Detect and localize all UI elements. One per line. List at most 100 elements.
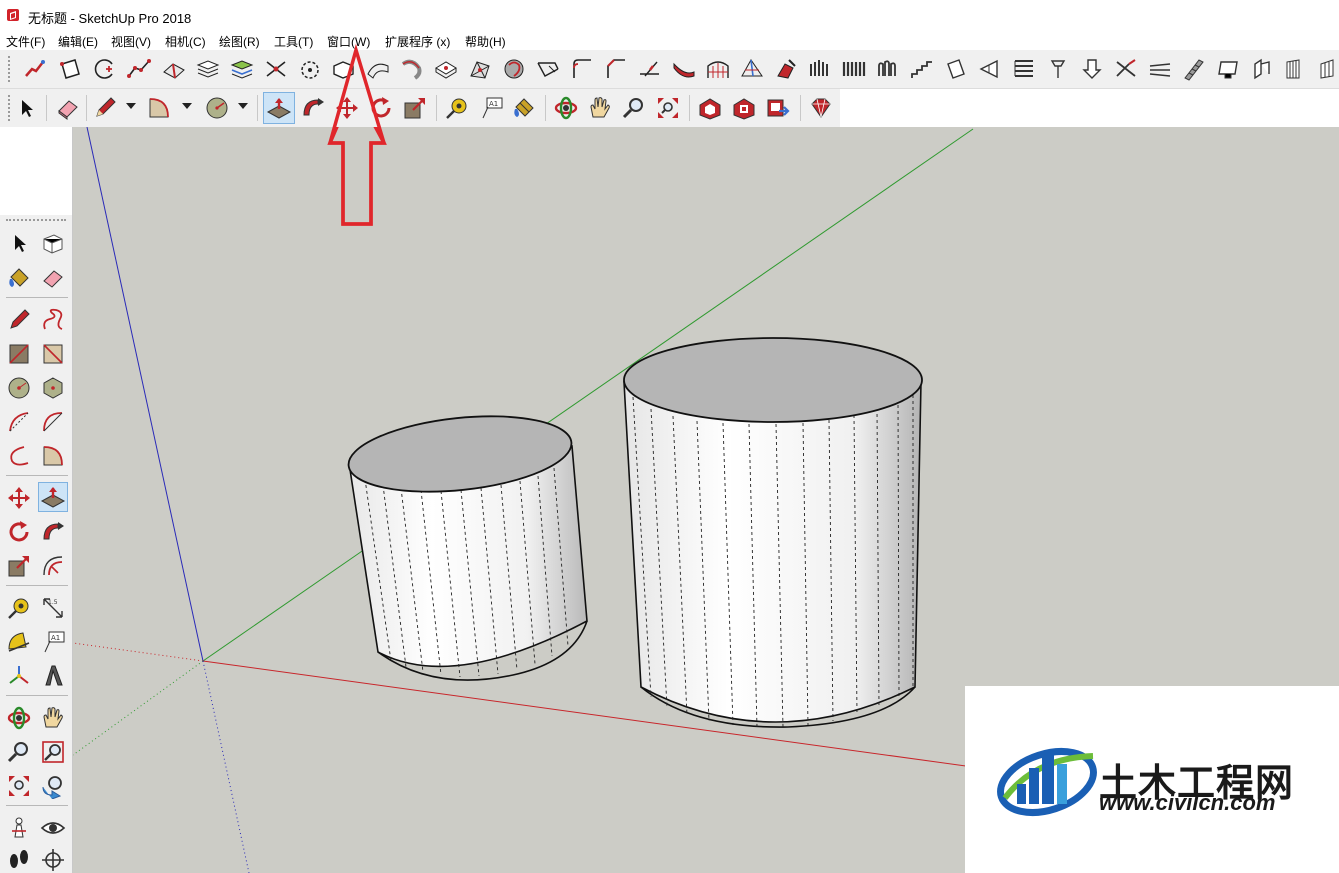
extension-warehouse-icon[interactable] bbox=[731, 95, 757, 121]
bridge-icon[interactable] bbox=[705, 56, 731, 82]
protractor-icon[interactable] bbox=[6, 629, 32, 655]
select-icon[interactable] bbox=[14, 95, 40, 121]
chamfer-icon[interactable] bbox=[603, 56, 629, 82]
arch-icon[interactable] bbox=[1011, 56, 1037, 82]
menu-tools[interactable]: 工具(T) bbox=[274, 33, 313, 50]
stack-icon[interactable] bbox=[1079, 56, 1105, 82]
menu-help[interactable]: 帮助(H) bbox=[465, 33, 506, 50]
offset-icon[interactable] bbox=[40, 553, 66, 579]
menu-view[interactable]: 视图(V) bbox=[111, 33, 151, 50]
axes-icon[interactable] bbox=[6, 663, 32, 689]
eraser-icon[interactable] bbox=[55, 95, 81, 121]
push-icon[interactable] bbox=[1147, 56, 1173, 82]
flip-icon[interactable] bbox=[1045, 56, 1071, 82]
pencil-icon[interactable] bbox=[6, 307, 32, 333]
pan-icon[interactable] bbox=[587, 95, 613, 121]
toolbar-grip[interactable] bbox=[8, 95, 13, 121]
tape-measure-icon[interactable] bbox=[444, 95, 470, 121]
toolbar-grip[interactable] bbox=[8, 56, 13, 82]
warehouse-icon[interactable] bbox=[697, 95, 723, 121]
component-icon[interactable] bbox=[40, 231, 66, 257]
zoom-extents-icon[interactable] bbox=[655, 95, 681, 121]
extrude-icon[interactable] bbox=[433, 56, 459, 82]
cube-icon[interactable] bbox=[1283, 56, 1309, 82]
layers-icon[interactable] bbox=[195, 56, 221, 82]
layer-manager-icon[interactable] bbox=[229, 56, 255, 82]
grid-icon[interactable] bbox=[943, 56, 969, 82]
zoom-window-icon[interactable] bbox=[40, 739, 66, 765]
rotate-tool-icon[interactable] bbox=[368, 95, 394, 121]
look-around-icon[interactable] bbox=[40, 815, 66, 841]
dimension-icon[interactable]: 1.5 bbox=[40, 595, 66, 621]
polygon-tool-icon[interactable] bbox=[57, 56, 83, 82]
circle-icon[interactable] bbox=[204, 95, 230, 121]
tape-measure-icon[interactable] bbox=[6, 595, 32, 621]
subdivide-icon[interactable] bbox=[467, 56, 493, 82]
push-pull-icon[interactable] bbox=[38, 482, 68, 512]
walk-icon[interactable] bbox=[6, 847, 32, 873]
curve-icon[interactable] bbox=[637, 56, 663, 82]
three-point-arc-icon[interactable] bbox=[6, 443, 32, 469]
menu-file[interactable]: 文件(F) bbox=[6, 33, 45, 50]
bend-icon[interactable] bbox=[365, 56, 391, 82]
menu-window[interactable]: 窗口(W) bbox=[327, 33, 370, 50]
text-icon[interactable]: A1 bbox=[40, 629, 66, 655]
polygon-icon[interactable] bbox=[40, 375, 66, 401]
orbit-icon[interactable] bbox=[6, 705, 32, 731]
arc-dropdown-arrow[interactable] bbox=[182, 103, 192, 109]
menu-extensions[interactable]: 扩展程序 (x) bbox=[385, 33, 450, 50]
pipe-icon[interactable] bbox=[671, 56, 697, 82]
scale-icon[interactable] bbox=[402, 95, 428, 121]
pan-icon[interactable] bbox=[40, 705, 66, 731]
select-icon[interactable] bbox=[6, 231, 32, 257]
orbit-icon[interactable] bbox=[553, 95, 579, 121]
push-pull-icon[interactable] bbox=[266, 95, 292, 121]
split-icon[interactable] bbox=[569, 56, 595, 82]
zoom-icon[interactable] bbox=[6, 739, 32, 765]
rotated-rectangle-icon[interactable] bbox=[40, 341, 66, 367]
rotate-icon[interactable] bbox=[6, 519, 32, 545]
two-point-arc-icon[interactable] bbox=[40, 409, 66, 435]
arc-icon[interactable] bbox=[146, 95, 172, 121]
text-icon[interactable]: A1 bbox=[478, 95, 504, 121]
pencil-dropdown-arrow[interactable] bbox=[126, 103, 136, 109]
column-icon[interactable] bbox=[875, 56, 901, 82]
follow-me-icon[interactable] bbox=[40, 519, 66, 545]
rotate-icon[interactable] bbox=[297, 56, 323, 82]
roof-icon[interactable] bbox=[1249, 56, 1275, 82]
polyline-icon[interactable] bbox=[126, 56, 152, 82]
move-icon[interactable] bbox=[334, 95, 360, 121]
sweep-icon[interactable] bbox=[773, 56, 799, 82]
fillet-icon[interactable] bbox=[501, 56, 527, 82]
3d-text-icon[interactable] bbox=[40, 663, 66, 689]
pie-icon[interactable] bbox=[40, 443, 66, 469]
eraser-icon[interactable] bbox=[40, 265, 66, 291]
intersect-icon[interactable] bbox=[263, 56, 289, 82]
rectangle-icon[interactable] bbox=[6, 341, 32, 367]
circle-plus-icon[interactable] bbox=[92, 56, 118, 82]
peg-icon[interactable] bbox=[1113, 56, 1139, 82]
circle-dropdown-arrow[interactable] bbox=[238, 103, 248, 109]
send-to-layout-icon[interactable] bbox=[765, 95, 791, 121]
freehand-icon[interactable] bbox=[40, 307, 66, 333]
tag-icon[interactable] bbox=[1317, 56, 1339, 82]
paint-bucket-icon[interactable] bbox=[511, 95, 537, 121]
position-camera-icon[interactable] bbox=[6, 815, 32, 841]
paint-bucket-icon[interactable] bbox=[6, 265, 32, 291]
follow-me-icon[interactable] bbox=[300, 95, 326, 121]
menu-draw[interactable]: 绘图(R) bbox=[219, 33, 260, 50]
sandbox-icon[interactable] bbox=[161, 56, 187, 82]
round-corner-icon[interactable] bbox=[535, 56, 561, 82]
scale-icon[interactable] bbox=[6, 553, 32, 579]
twist-icon[interactable] bbox=[399, 56, 425, 82]
pencil-icon[interactable] bbox=[92, 95, 118, 121]
circle-icon[interactable] bbox=[6, 375, 32, 401]
wall-icon[interactable] bbox=[841, 56, 867, 82]
menu-edit[interactable]: 编辑(E) bbox=[58, 33, 98, 50]
menu-camera[interactable]: 相机(C) bbox=[165, 33, 206, 50]
stair-icon[interactable] bbox=[909, 56, 935, 82]
toolbar-grip[interactable] bbox=[6, 219, 66, 224]
ruby-icon[interactable] bbox=[808, 95, 834, 121]
previous-view-icon[interactable] bbox=[40, 773, 66, 799]
face-icon[interactable] bbox=[807, 56, 833, 82]
